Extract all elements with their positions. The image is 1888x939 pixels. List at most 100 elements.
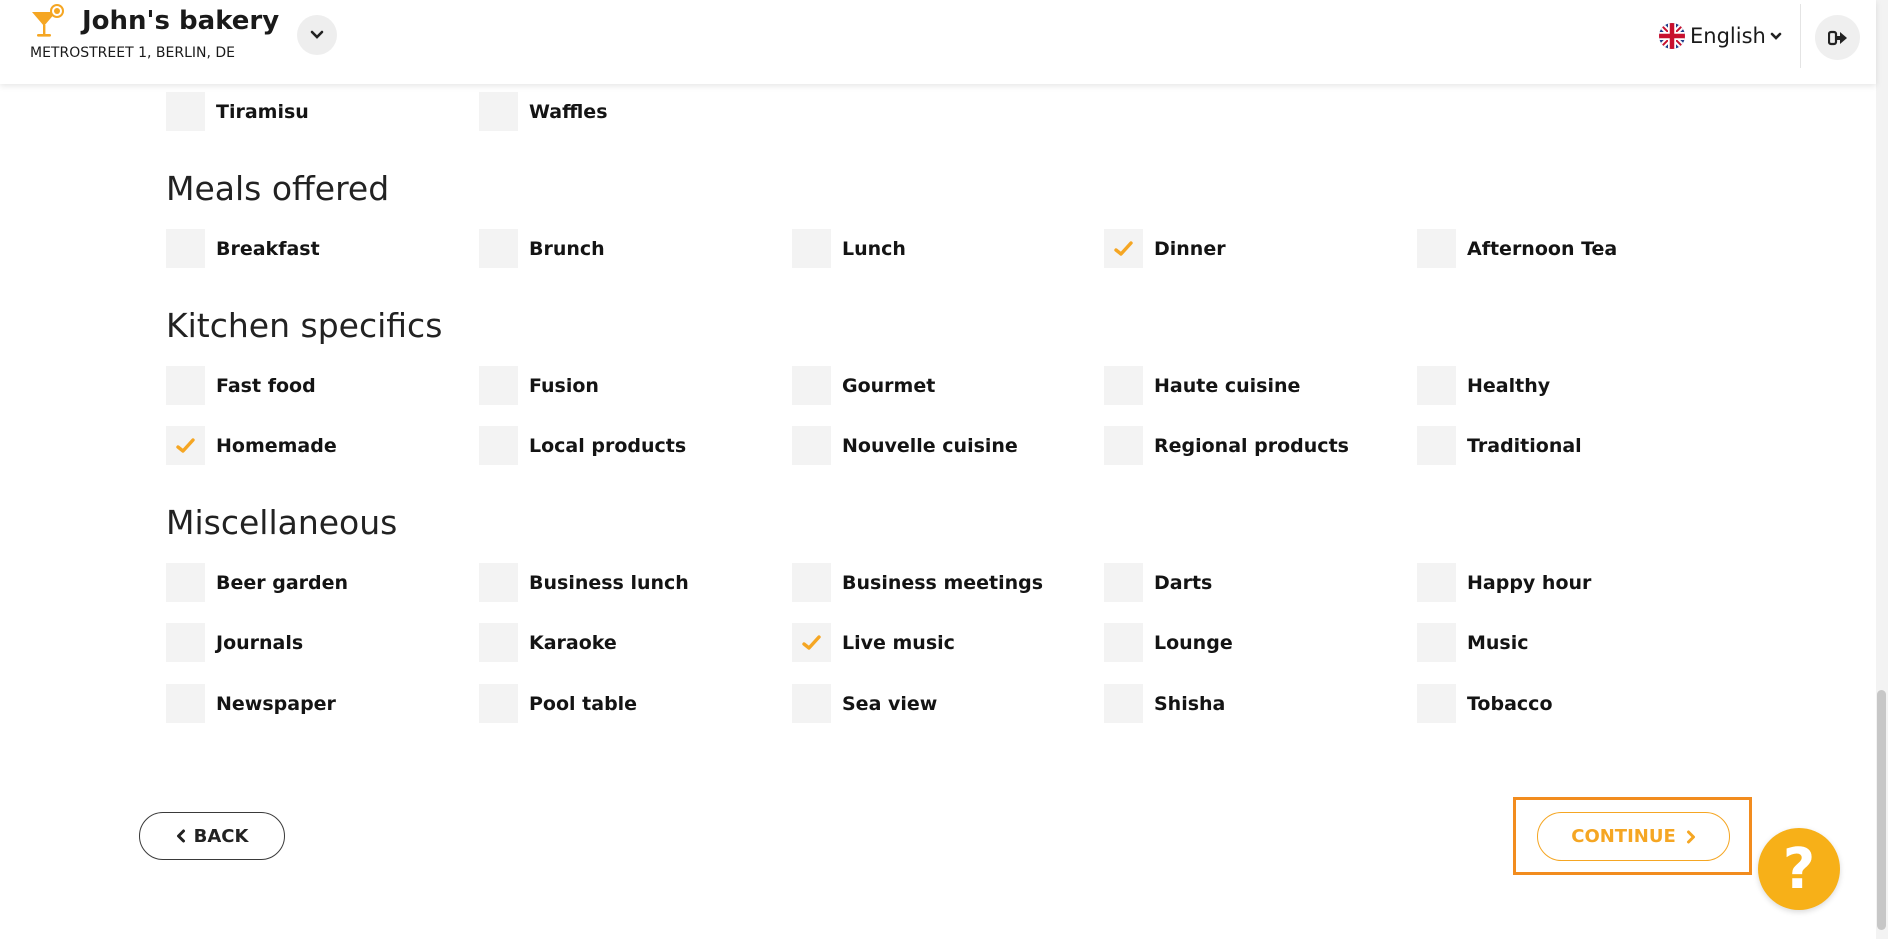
checkbox[interactable] (792, 684, 831, 723)
option-darts[interactable]: Darts (1104, 563, 1212, 602)
checkbox[interactable] (166, 229, 205, 268)
option-fast-food[interactable]: Fast food (166, 366, 316, 405)
option-traditional[interactable]: Traditional (1417, 426, 1582, 465)
back-button[interactable]: BACK (139, 812, 285, 860)
option-gourmet[interactable]: Gourmet (792, 366, 935, 405)
option-newspaper[interactable]: Newspaper (166, 684, 336, 723)
checkbox[interactable] (479, 426, 518, 465)
option-lounge[interactable]: Lounge (1104, 623, 1233, 662)
checkbox-checked[interactable] (792, 623, 831, 662)
checkbox[interactable] (479, 92, 518, 131)
section-title-meals-offered: Meals offered (166, 169, 390, 208)
option-label: Tiramisu (216, 100, 309, 123)
option-tobacco[interactable]: Tobacco (1417, 684, 1553, 723)
option-lunch[interactable]: Lunch (792, 229, 906, 268)
option-karaoke[interactable]: Karaoke (479, 623, 617, 662)
option-label: Business meetings (842, 571, 1044, 594)
help-button[interactable]: ? (1758, 828, 1840, 910)
option-label: Traditional (1467, 434, 1582, 457)
checkbox[interactable] (479, 563, 518, 602)
option-label: Pool table (529, 692, 638, 715)
option-label: Haute cuisine (1154, 374, 1301, 397)
option-beer-garden[interactable]: Beer garden (166, 563, 348, 602)
option-label: Shisha (1154, 692, 1226, 715)
checkbox[interactable] (166, 684, 205, 723)
option-label: Regional products (1154, 434, 1349, 457)
checkbox[interactable] (792, 229, 831, 268)
option-brunch[interactable]: Brunch (479, 229, 605, 268)
option-business-lunch[interactable]: Business lunch (479, 563, 689, 602)
checkbox[interactable] (1417, 684, 1456, 723)
option-label: Newspaper (216, 692, 336, 715)
option-label: Darts (1154, 571, 1213, 594)
option-label: Tobacco (1467, 692, 1553, 715)
option-business-meetings[interactable]: Business meetings (792, 563, 1043, 602)
business-switcher-button[interactable] (297, 15, 337, 55)
checkbox[interactable] (166, 92, 205, 131)
option-label: Healthy (1467, 374, 1551, 397)
option-label: Waffles (529, 100, 608, 123)
checkbox[interactable] (479, 229, 518, 268)
option-waffles[interactable]: Waffles (479, 92, 608, 131)
continue-label: CONTINUE (1571, 826, 1676, 847)
option-regional-products[interactable]: Regional products (1104, 426, 1349, 465)
top-header: John's bakery METROSTREET 1, BERLIN, DE … (0, 0, 1876, 84)
option-label: Homemade (216, 434, 337, 457)
checkbox[interactable] (1417, 426, 1456, 465)
option-shisha[interactable]: Shisha (1104, 684, 1225, 723)
checkbox[interactable] (166, 623, 205, 662)
language-selector[interactable]: English (1658, 22, 1782, 50)
checkbox[interactable] (1417, 563, 1456, 602)
option-label: Fast food (216, 374, 316, 397)
checkbox[interactable] (1417, 623, 1456, 662)
option-label: Gourmet (842, 374, 936, 397)
option-tiramisu[interactable]: Tiramisu (166, 92, 309, 131)
option-dinner[interactable]: Dinner (1104, 229, 1226, 268)
option-label: Lunch (842, 237, 906, 260)
checkbox[interactable] (792, 563, 831, 602)
option-happy-hour[interactable]: Happy hour (1417, 563, 1591, 602)
option-label: Nouvelle cuisine (842, 434, 1018, 457)
option-homemade[interactable]: Homemade (166, 426, 337, 465)
checkbox[interactable] (166, 563, 205, 602)
option-label: Business lunch (529, 571, 689, 594)
option-afternoon-tea[interactable]: Afternoon Tea (1417, 229, 1617, 268)
option-pool-table[interactable]: Pool table (479, 684, 637, 723)
chevron-left-icon (176, 829, 185, 843)
checkbox[interactable] (1417, 366, 1456, 405)
checkbox[interactable] (166, 366, 205, 405)
option-nouvelle-cuisine[interactable]: Nouvelle cuisine (792, 426, 1018, 465)
option-healthy[interactable]: Healthy (1417, 366, 1550, 405)
checkbox[interactable] (479, 366, 518, 405)
checkbox[interactable] (792, 366, 831, 405)
option-label: Brunch (529, 237, 605, 260)
checkbox[interactable] (1104, 684, 1143, 723)
option-label: Live music (842, 631, 955, 654)
option-journals[interactable]: Journals (166, 623, 303, 662)
option-local-products[interactable]: Local products (479, 426, 686, 465)
checkbox[interactable] (479, 623, 518, 662)
chevron-down-icon (1770, 32, 1782, 40)
scrollbar-thumb[interactable] (1877, 690, 1886, 930)
continue-button[interactable]: CONTINUE (1537, 812, 1730, 861)
logout-button[interactable] (1815, 15, 1860, 60)
checkbox-checked[interactable] (1104, 229, 1143, 268)
option-live-music[interactable]: Live music (792, 623, 955, 662)
option-label: Karaoke (529, 631, 617, 654)
checkbox[interactable] (1417, 229, 1456, 268)
option-label: Beer garden (216, 571, 349, 594)
checkbox[interactable] (1104, 426, 1143, 465)
business-address: METROSTREET 1, BERLIN, DE (30, 45, 235, 61)
option-breakfast[interactable]: Breakfast (166, 229, 320, 268)
option-fusion[interactable]: Fusion (479, 366, 599, 405)
checkbox[interactable] (479, 684, 518, 723)
option-sea-view[interactable]: Sea view (792, 684, 937, 723)
checkbox-checked[interactable] (166, 426, 205, 465)
checkbox[interactable] (1104, 366, 1143, 405)
checkbox[interactable] (792, 426, 831, 465)
checkbox[interactable] (1104, 623, 1143, 662)
option-music[interactable]: Music (1417, 623, 1529, 662)
checkbox[interactable] (1104, 563, 1143, 602)
checkmark-icon (801, 634, 821, 650)
option-haute-cuisine[interactable]: Haute cuisine (1104, 366, 1300, 405)
